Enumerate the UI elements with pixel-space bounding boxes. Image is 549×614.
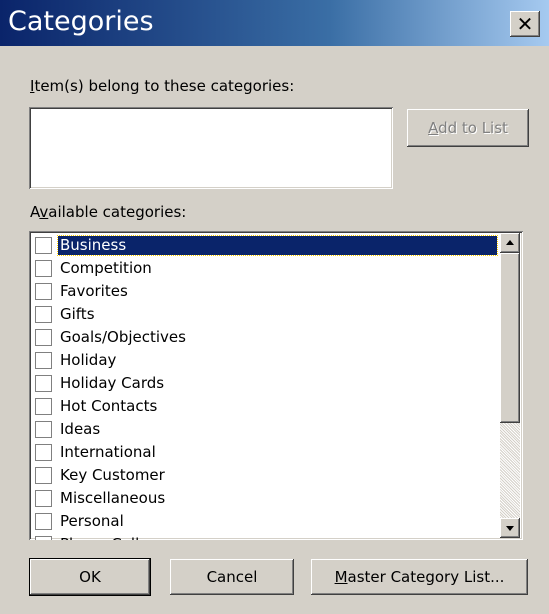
list-item[interactable]: Miscellaneous [33, 488, 497, 511]
category-label: Competition [60, 259, 152, 277]
categories-dialog: Categories ✕ Item(s) belong to these cat… [0, 0, 549, 614]
arrow-down-icon [506, 526, 514, 531]
category-label: Gifts [60, 305, 95, 323]
category-label: Business [57, 235, 498, 256]
list-item[interactable]: Holiday Cards [33, 373, 497, 396]
list-item[interactable]: Ideas [33, 419, 497, 442]
title-bar[interactable]: Categories ✕ [0, 0, 549, 46]
category-checkbox[interactable] [35, 536, 52, 540]
category-checkbox[interactable] [35, 513, 52, 530]
cancel-button[interactable]: Cancel [170, 559, 294, 595]
dialog-title: Categories [8, 6, 154, 37]
list-item[interactable]: Holiday [33, 350, 497, 373]
scroll-down-button[interactable] [500, 518, 520, 538]
list-item[interactable]: Goals/Objectives [33, 327, 497, 350]
category-checkbox[interactable] [35, 398, 52, 415]
list-item[interactable]: Business [33, 235, 498, 258]
close-icon: ✕ [516, 12, 534, 36]
list-scrollbar[interactable] [500, 233, 520, 538]
category-checkbox[interactable] [35, 329, 52, 346]
category-label: Phone Calls [58, 535, 149, 540]
scroll-up-button[interactable] [500, 233, 520, 253]
list-item[interactable]: Favorites [33, 281, 497, 304]
list-item[interactable]: Competition [33, 258, 497, 281]
list-item[interactable]: Hot Contacts [33, 396, 497, 419]
master-category-list-button[interactable]: Master Category List... [311, 559, 528, 595]
add-to-list-button[interactable]: Add to List [407, 109, 529, 147]
category-label: Key Customer [60, 466, 165, 484]
category-checkbox[interactable] [35, 306, 52, 323]
category-label: Personal [60, 512, 124, 530]
category-checkbox[interactable] [35, 260, 52, 277]
assigned-categories-label: Item(s) belong to these categories: [30, 77, 295, 95]
list-item[interactable]: Gifts [33, 304, 497, 327]
category-checkbox[interactable] [35, 352, 52, 369]
category-label: Holiday [60, 351, 117, 369]
category-checkbox[interactable] [35, 490, 52, 507]
category-checkbox[interactable] [35, 467, 52, 484]
close-button[interactable]: ✕ [510, 11, 540, 37]
list-item[interactable]: Phone Calls [33, 534, 497, 540]
category-checkbox[interactable] [35, 375, 52, 392]
scroll-thumb[interactable] [500, 253, 520, 423]
category-checkbox[interactable] [35, 444, 52, 461]
category-checkbox[interactable] [35, 421, 52, 438]
assigned-categories-field[interactable] [29, 107, 393, 189]
category-label: Favorites [60, 282, 128, 300]
category-checkbox[interactable] [35, 283, 52, 300]
category-label: Goals/Objectives [60, 328, 186, 346]
available-categories-list[interactable]: Business Competition Favorites Gifts Goals/O… [29, 231, 523, 540]
ok-button[interactable]: OK [29, 558, 151, 596]
category-label: Ideas [60, 420, 101, 438]
arrow-up-icon [506, 240, 514, 245]
list-item[interactable]: International [33, 442, 497, 465]
category-checkbox[interactable] [35, 237, 52, 254]
list-item[interactable]: Personal [33, 511, 497, 534]
category-label: Hot Contacts [60, 397, 158, 415]
available-categories-label: Available categories: [30, 203, 187, 221]
category-label: Holiday Cards [60, 374, 165, 392]
category-label: Miscellaneous [60, 489, 166, 507]
list-item[interactable]: Key Customer [33, 465, 497, 488]
category-label: International [60, 443, 156, 461]
